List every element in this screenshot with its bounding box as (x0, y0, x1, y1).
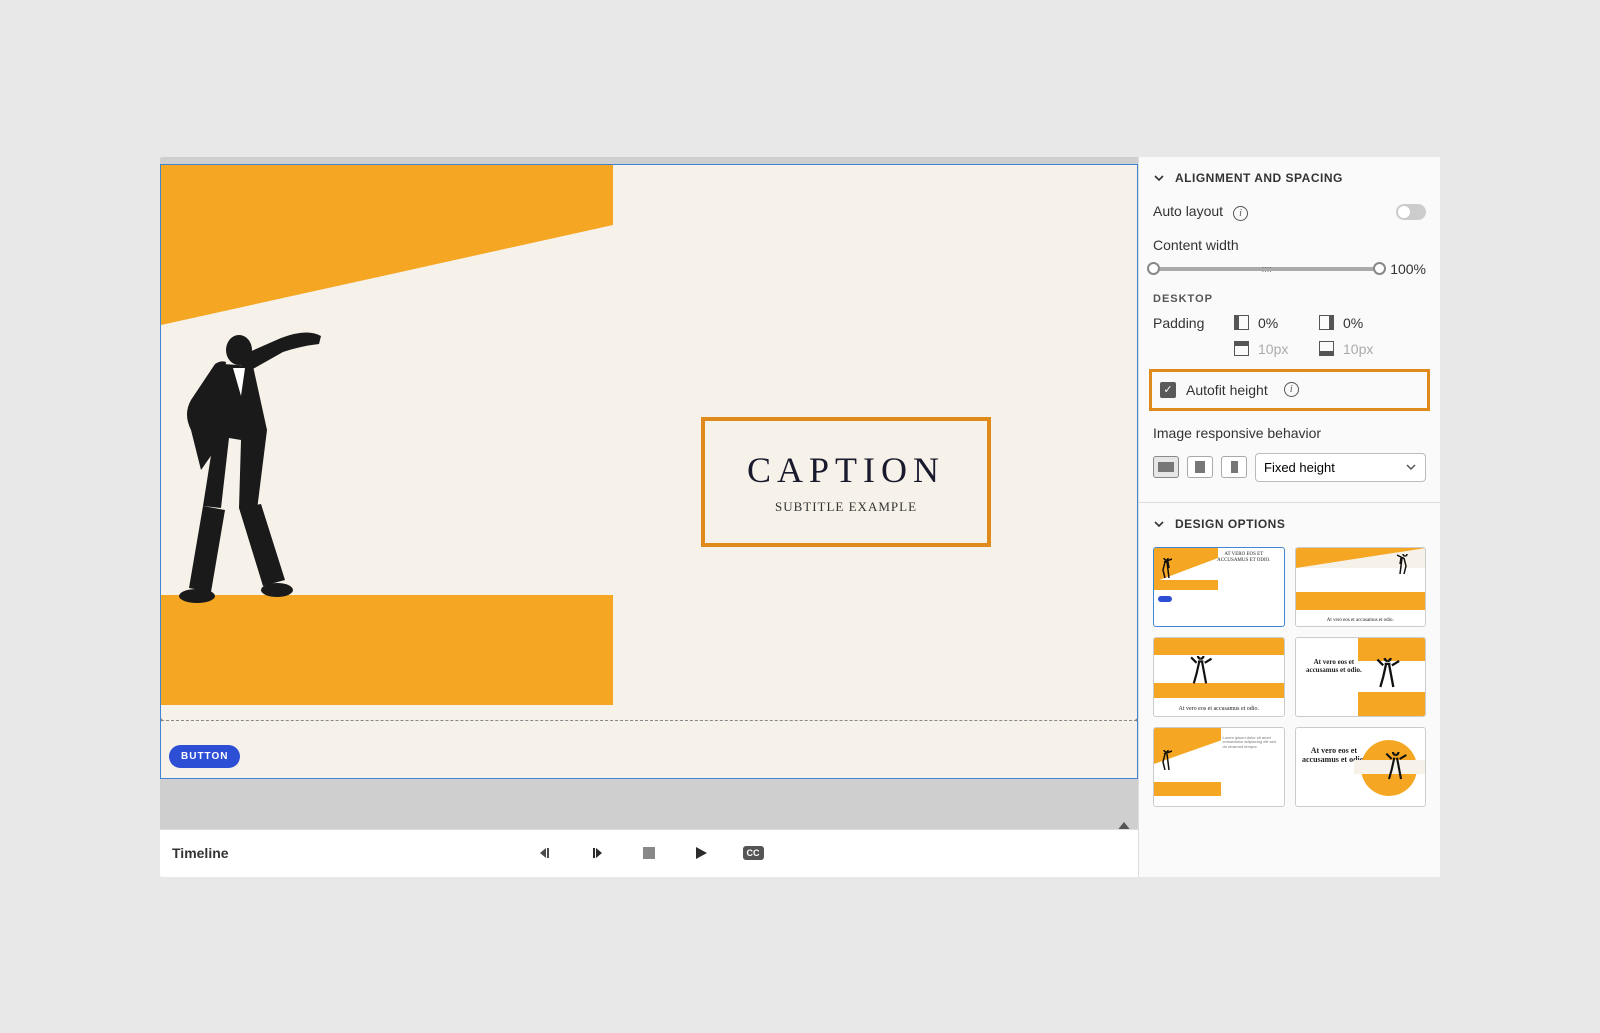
play-button[interactable] (689, 841, 713, 865)
auto-layout-toggle[interactable] (1396, 204, 1426, 220)
padding-grid: Padding 0% 0% 10px 10px (1139, 311, 1440, 361)
design-section-header[interactable]: DESIGN OPTIONS (1139, 503, 1440, 541)
slider-grip-icon: :::: (1262, 264, 1272, 274)
design-card-lorem: Lorem ipsum dolor sit amet consectetur a… (1223, 736, 1280, 750)
responsive-select-value: Fixed height (1264, 460, 1335, 475)
padding-left-input[interactable]: 0% (1258, 315, 1313, 331)
content-width-slider[interactable]: :::: (1153, 267, 1380, 271)
design-thumb-shape (1154, 683, 1284, 697)
padding-top-icon (1234, 341, 1249, 356)
slide-canvas[interactable]: CAPTION SUBTITLE EXAMPLE BUTTON (160, 164, 1138, 779)
auto-layout-label: Auto layout (1153, 203, 1223, 219)
fold-line (161, 720, 1137, 721)
man-figure-icon (1160, 750, 1178, 772)
design-card-text: AT VERO EOS ET ACCUSAMUS ET ODIO. (1210, 552, 1277, 564)
desktop-subheader: DESKTOP (1139, 283, 1440, 311)
design-card-text: At vero eos et accusamus et odio. (1296, 618, 1426, 623)
image-responsive-row: Fixed height (1139, 447, 1440, 496)
responsive-tablet-button[interactable] (1187, 456, 1213, 478)
padding-bottom-input[interactable]: 10px (1343, 341, 1398, 357)
design-option-3[interactable]: At vero eos et accusamus et odio. (1153, 637, 1285, 717)
prev-frame-button[interactable] (533, 841, 557, 865)
fold-handle-left-icon[interactable] (160, 713, 163, 727)
content-width-value: 100% (1390, 261, 1426, 277)
fold-handle-right-icon[interactable] (1135, 713, 1138, 727)
design-card-pill (1158, 596, 1172, 602)
alignment-header-label: ALIGNMENT AND SPACING (1175, 171, 1343, 185)
autofit-checkbox[interactable]: ✓ (1160, 382, 1176, 398)
design-card-text: At vero eos et accusamus et odio. (1154, 706, 1284, 712)
content-width-row: Content width (1139, 229, 1440, 255)
caption-box[interactable]: CAPTION SUBTITLE EXAMPLE (701, 417, 991, 547)
chevron-down-icon (1153, 518, 1165, 530)
design-option-2[interactable]: At vero eos et accusamus et odio. (1295, 547, 1427, 627)
design-card-text: At vero eos et accusamus et odio. (1302, 658, 1367, 675)
design-thumb-shape (1358, 638, 1425, 716)
man-figure-icon (1189, 656, 1215, 686)
image-responsive-label: Image responsive behavior (1139, 419, 1440, 447)
autofit-label: Autofit height (1186, 382, 1268, 398)
cc-button[interactable]: CC (741, 841, 765, 865)
padding-label: Padding (1153, 315, 1228, 331)
slider-thumb-left-icon[interactable] (1147, 262, 1160, 275)
slide-image-half (161, 165, 613, 778)
padding-right-icon (1319, 315, 1334, 330)
autofit-height-row: ✓ Autofit height i (1149, 369, 1430, 411)
padding-right-input[interactable]: 0% (1343, 315, 1398, 331)
man-figure-icon (1160, 558, 1178, 580)
responsive-desktop-button[interactable] (1153, 456, 1179, 478)
content-width-label: Content width (1153, 237, 1239, 253)
man-figure-icon (1385, 752, 1409, 782)
responsive-behavior-select[interactable]: Fixed height (1255, 453, 1426, 482)
timeline-label: Timeline (172, 845, 229, 861)
responsive-mobile-button[interactable] (1221, 456, 1247, 478)
chevron-down-icon (1405, 461, 1417, 473)
main-panel: CAPTION SUBTITLE EXAMPLE BUTTON Timeline (160, 157, 1138, 877)
timeline-bar: Timeline CC (160, 829, 1138, 877)
content-width-slider-row: :::: 100% (1139, 255, 1440, 283)
padding-left-icon (1234, 315, 1249, 330)
properties-panel: ALIGNMENT AND SPACING Auto layout i Cont… (1138, 157, 1440, 877)
man-figure-icon (171, 330, 361, 610)
design-option-6[interactable]: At vero eos et accusamus et odio. (1295, 727, 1427, 807)
padding-bottom-icon (1319, 341, 1334, 356)
alignment-section-header[interactable]: ALIGNMENT AND SPACING (1139, 157, 1440, 195)
info-icon[interactable]: i (1233, 206, 1248, 221)
canvas-area: CAPTION SUBTITLE EXAMPLE BUTTON (160, 157, 1138, 829)
design-thumb-shape (1296, 592, 1426, 609)
slider-thumb-right-icon[interactable] (1373, 262, 1386, 275)
caption-subtitle: SUBTITLE EXAMPLE (775, 499, 917, 515)
design-option-4[interactable]: At vero eos et accusamus et odio. (1295, 637, 1427, 717)
design-option-1[interactable]: AT VERO EOS ET ACCUSAMUS ET ODIO. (1153, 547, 1285, 627)
app-frame: CAPTION SUBTITLE EXAMPLE BUTTON Timeline (160, 157, 1440, 877)
info-icon[interactable]: i (1284, 382, 1299, 397)
next-frame-button[interactable] (585, 841, 609, 865)
design-header-label: DESIGN OPTIONS (1175, 517, 1285, 531)
stop-button[interactable] (637, 841, 661, 865)
slide-button[interactable]: BUTTON (169, 745, 240, 768)
design-option-5[interactable]: Lorem ipsum dolor sit amet consectetur a… (1153, 727, 1285, 807)
man-figure-icon (1395, 554, 1413, 576)
man-figure-icon (1376, 658, 1402, 690)
chevron-down-icon (1153, 172, 1165, 184)
design-thumb-shape (1154, 638, 1284, 655)
timeline-controls: CC (533, 841, 765, 865)
caption-title: CAPTION (747, 449, 945, 491)
auto-layout-row: Auto layout i (1139, 195, 1440, 229)
padding-top-input[interactable]: 10px (1258, 341, 1313, 357)
design-options-grid: AT VERO EOS ET ACCUSAMUS ET ODIO. At ver… (1139, 541, 1440, 821)
